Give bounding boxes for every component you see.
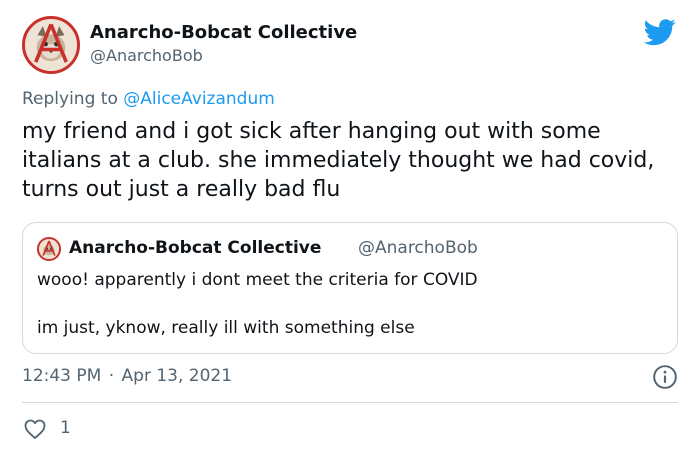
bobcat-circle-a-logo (25, 19, 77, 71)
replying-to-line: Replying to @AliceAvizandum (22, 89, 275, 109)
like-count: 1 (60, 418, 71, 438)
replying-to-mention[interactable]: @AliceAvizandum (123, 89, 275, 109)
tweet-time: 12:43 PM (22, 366, 102, 386)
author-avatar[interactable] (22, 16, 80, 74)
author-name[interactable]: Anarcho-Bobcat Collective (90, 22, 357, 43)
info-icon[interactable] (652, 364, 678, 390)
bobcat-circle-a-logo (39, 239, 59, 259)
author-handle[interactable]: @AnarchoBob (90, 46, 203, 65)
quoted-text-line-1: wooo! apparently i dont meet the criteri… (37, 270, 478, 290)
heart-outline-icon[interactable] (22, 417, 48, 441)
quoted-author-avatar[interactable] (37, 237, 61, 261)
timestamp-separator: · (108, 366, 115, 386)
tweet-date: Apr 13, 2021 (121, 366, 233, 386)
replying-prefix: Replying to (22, 89, 118, 109)
tweet-timestamp[interactable]: 12:43 PM · Apr 13, 2021 (22, 366, 232, 386)
quoted-author-handle: @AnarchoBob (358, 238, 478, 258)
quoted-text-line-2: im just, yknow, really ill with somethin… (37, 318, 415, 338)
quoted-author-name: Anarcho-Bobcat Collective (69, 238, 322, 258)
quoted-tweet-card[interactable]: Anarcho-Bobcat Collective @AnarchoBob wo… (22, 222, 678, 354)
divider (22, 402, 678, 403)
tweet-text: my friend and i got sick after hanging o… (22, 119, 655, 202)
twitter-bird-icon[interactable] (644, 16, 676, 48)
